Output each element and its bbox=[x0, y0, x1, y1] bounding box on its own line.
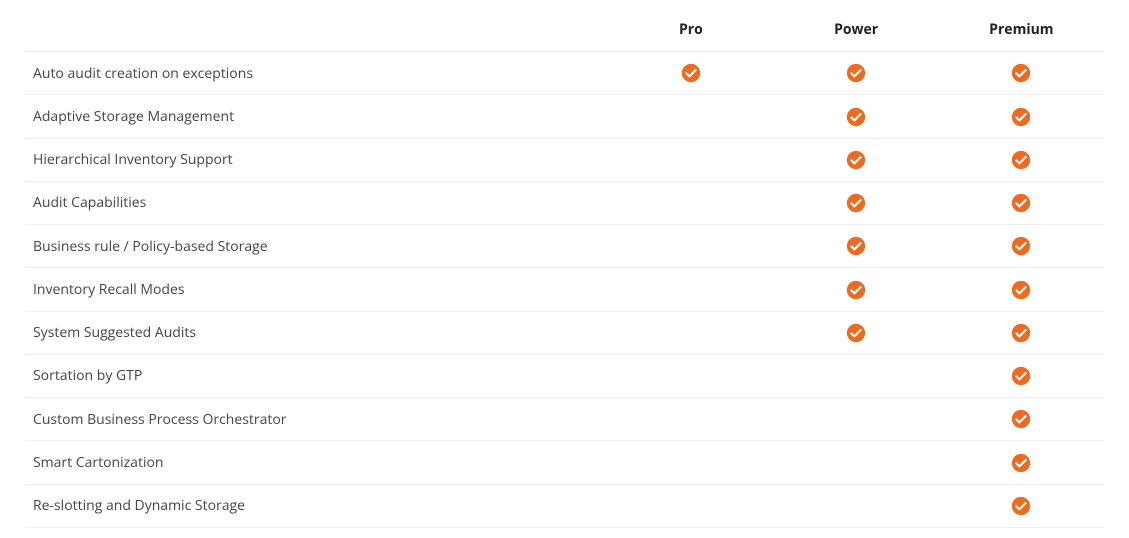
cell-premium bbox=[939, 354, 1104, 397]
header-plan-power: Power bbox=[773, 10, 938, 52]
table-row: Custom Business Process Orchestrator bbox=[25, 398, 1104, 441]
feature-label: Custom Business Process Orchestrator bbox=[25, 398, 608, 441]
cell-power bbox=[773, 268, 938, 311]
check-icon bbox=[1011, 496, 1031, 516]
cell-power bbox=[773, 225, 938, 268]
check-icon bbox=[846, 193, 866, 213]
feature-label: Auto audit creation on exceptions bbox=[25, 52, 608, 95]
cell-power bbox=[773, 181, 938, 224]
cell-premium bbox=[939, 138, 1104, 181]
feature-label: Audit Capabilities bbox=[25, 181, 608, 224]
cell-premium bbox=[939, 398, 1104, 441]
cell-pro bbox=[608, 52, 773, 95]
table-row: Re-slotting and Dynamic Storage bbox=[25, 484, 1104, 527]
cell-premium bbox=[939, 225, 1104, 268]
cell-pro bbox=[608, 484, 773, 527]
cell-pro bbox=[608, 398, 773, 441]
table-row: Inventory Recall Modes bbox=[25, 268, 1104, 311]
feature-label: Inventory Recall Modes bbox=[25, 268, 608, 311]
feature-label: Adaptive Storage Management bbox=[25, 95, 608, 138]
check-icon bbox=[846, 323, 866, 343]
table-row: Business rule / Policy-based Storage bbox=[25, 225, 1104, 268]
cell-power bbox=[773, 441, 938, 484]
cell-pro bbox=[608, 225, 773, 268]
table-row: Auto audit creation on exceptions bbox=[25, 52, 1104, 95]
cell-premium bbox=[939, 268, 1104, 311]
header-plan-premium: Premium bbox=[939, 10, 1104, 52]
cell-power bbox=[773, 52, 938, 95]
cell-pro bbox=[608, 441, 773, 484]
cell-pro bbox=[608, 138, 773, 181]
cell-pro bbox=[608, 354, 773, 397]
table-row: Adaptive Storage Management bbox=[25, 95, 1104, 138]
check-icon bbox=[1011, 323, 1031, 343]
check-icon bbox=[846, 63, 866, 83]
check-icon bbox=[846, 150, 866, 170]
cell-premium bbox=[939, 95, 1104, 138]
table-row: Sortation by GTP bbox=[25, 354, 1104, 397]
cell-premium bbox=[939, 311, 1104, 354]
cell-premium bbox=[939, 52, 1104, 95]
cell-power bbox=[773, 398, 938, 441]
cell-premium bbox=[939, 441, 1104, 484]
check-icon bbox=[1011, 236, 1031, 256]
cell-power bbox=[773, 311, 938, 354]
table-header-row: Pro Power Premium bbox=[25, 10, 1104, 52]
feature-comparison-table: Pro Power Premium Auto audit creation on… bbox=[25, 10, 1104, 528]
feature-label: Hierarchical Inventory Support bbox=[25, 138, 608, 181]
check-icon bbox=[1011, 409, 1031, 429]
table-row: Audit Capabilities bbox=[25, 181, 1104, 224]
cell-premium bbox=[939, 181, 1104, 224]
cell-pro bbox=[608, 268, 773, 311]
cell-premium bbox=[939, 484, 1104, 527]
check-icon bbox=[1011, 280, 1031, 300]
cell-pro bbox=[608, 311, 773, 354]
table-row: System Suggested Audits bbox=[25, 311, 1104, 354]
check-icon bbox=[1011, 453, 1031, 473]
check-icon bbox=[1011, 366, 1031, 386]
cell-power bbox=[773, 138, 938, 181]
header-feature bbox=[25, 10, 608, 52]
header-plan-pro: Pro bbox=[608, 10, 773, 52]
feature-label: Business rule / Policy-based Storage bbox=[25, 225, 608, 268]
check-icon bbox=[681, 63, 701, 83]
check-icon bbox=[846, 280, 866, 300]
cell-power bbox=[773, 484, 938, 527]
check-icon bbox=[1011, 63, 1031, 83]
cell-pro bbox=[608, 181, 773, 224]
check-icon bbox=[1011, 107, 1031, 127]
check-icon bbox=[1011, 150, 1031, 170]
check-icon bbox=[846, 107, 866, 127]
cell-power bbox=[773, 95, 938, 138]
feature-label: Sortation by GTP bbox=[25, 354, 608, 397]
feature-label: System Suggested Audits bbox=[25, 311, 608, 354]
table-row: Hierarchical Inventory Support bbox=[25, 138, 1104, 181]
cell-pro bbox=[608, 95, 773, 138]
cell-power bbox=[773, 354, 938, 397]
feature-label: Re-slotting and Dynamic Storage bbox=[25, 484, 608, 527]
table-row: Smart Cartonization bbox=[25, 441, 1104, 484]
feature-label: Smart Cartonization bbox=[25, 441, 608, 484]
check-icon bbox=[846, 236, 866, 256]
check-icon bbox=[1011, 193, 1031, 213]
